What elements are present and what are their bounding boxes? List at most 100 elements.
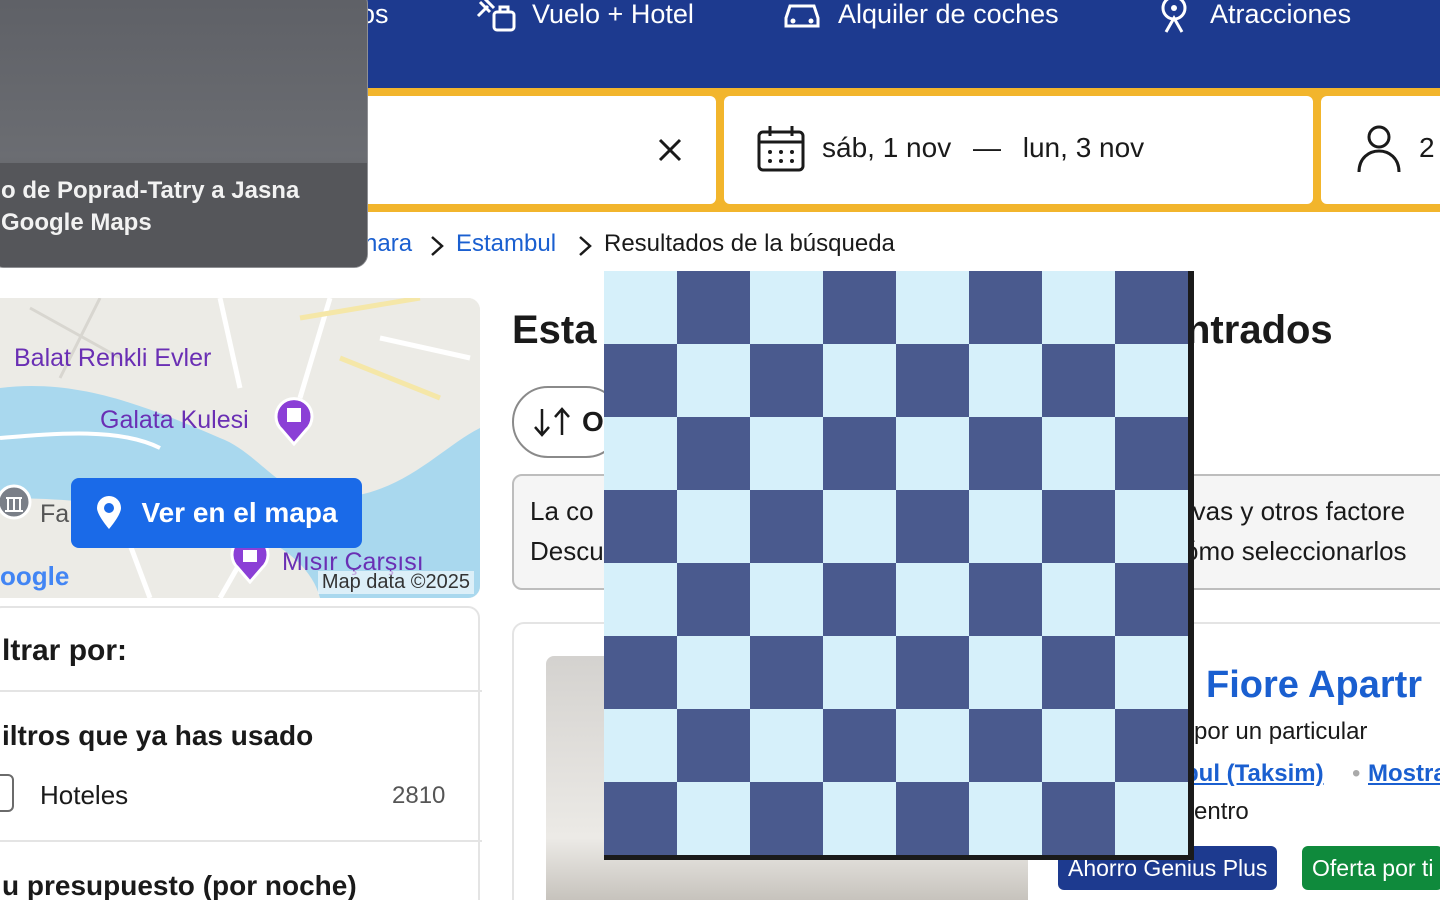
map-credit: Map data ©2025 [317,571,474,594]
checker-cell [750,490,823,563]
property-location-link[interactable]: bul (Taksim) [1184,760,1324,788]
checker-cell [969,563,1042,636]
checkerboard-overlay [604,271,1194,860]
checker-cell [1042,563,1115,636]
checker-cell [823,417,896,490]
checker-cell [969,636,1042,709]
property-distance: entro [1194,798,1249,825]
checker-cell [823,782,896,855]
checker-cell [677,417,750,490]
breadcrumb-current: Resultados de la búsqueda [604,230,895,257]
car-icon [784,4,820,28]
show-on-map-link[interactable]: Mostra [1368,760,1440,788]
checker-cell [677,636,750,709]
checker-cell [823,344,896,417]
checker-cell [896,782,969,855]
attractions-icon [1161,0,1187,33]
checker-cell [677,563,750,636]
budget-heading: u presupuesto (por noche) [2,870,357,900]
checker-cell [896,490,969,563]
date-from: sáb, 1 nov [822,132,952,163]
sort-label: O [582,406,604,437]
checker-cell [1042,636,1115,709]
checker-cell [604,490,677,563]
checker-cell [969,344,1042,417]
checker-cell [896,344,969,417]
checker-cell [604,271,677,344]
hotels-checkbox[interactable] [0,774,14,812]
checker-cell [1042,271,1115,344]
checker-cell [677,709,750,782]
property-name[interactable]: Fiore Apartr [1206,664,1422,707]
checker-cell [677,271,750,344]
map-place-label: Fa [40,500,70,528]
date-picker[interactable]: sáb, 1 nov — lun, 3 nov [724,96,1313,204]
hotels-filter-count: 2810 [392,782,446,809]
guests-field[interactable]: 2 [1321,96,1440,204]
view-on-map-button[interactable]: Ver en el mapa [71,478,362,548]
calendar-icon [757,126,805,172]
checker-cell [604,782,677,855]
checker-cell [750,709,823,782]
breadcrumb-item[interactable]: nara [364,230,412,258]
close-icon[interactable] [654,134,686,166]
property-subtitle: por un particular [1194,718,1368,745]
results-title: Esta [512,308,597,352]
checker-cell [1042,344,1115,417]
nav-attractions[interactable]: Atracciones [1152,0,1351,36]
offer-badge: Oferta por ti [1302,846,1440,890]
museum-pin-icon [0,484,32,520]
checker-cell [969,490,1042,563]
checker-cell [1115,417,1188,490]
person-icon [1357,125,1401,173]
floating-preview-popup[interactable]: o de Poprad-Tatry a Jasna Google Maps [0,0,368,268]
checker-cell [1042,490,1115,563]
nav-flight-hotel-label: Vuelo + Hotel [532,0,694,29]
checker-cell [750,344,823,417]
checker-cell [677,782,750,855]
date-to: lun, 3 nov [1022,132,1145,163]
checker-cell [1115,636,1188,709]
flight-hotel-icon [476,0,516,32]
checker-cell [750,271,823,344]
checker-cell [823,563,896,636]
notice-link[interactable]: ómo seleccionarlos [1184,536,1407,567]
checker-cell [604,417,677,490]
nav-attractions-label: Atracciones [1210,0,1352,29]
checker-cell [750,417,823,490]
nav-flight-hotel[interactable]: Vuelo + Hotel [474,0,694,36]
checker-cell [1042,417,1115,490]
guests-value: 2 [1419,132,1435,163]
hotels-filter-label[interactable]: Hoteles [40,780,128,811]
chevron-right-icon [431,236,444,256]
google-logo: oogle [0,561,70,591]
checker-cell [604,636,677,709]
filters-title: ltrar por: [2,634,128,667]
nav-car-rental-label: Alquiler de coches [838,0,1059,29]
checker-cell [823,636,896,709]
popup-title: o de Poprad-Tatry a Jasna [1,177,300,204]
sort-icon [534,407,570,437]
checker-cell [896,563,969,636]
notice-text: rvas y otros factore [1184,496,1406,526]
divider [0,690,482,692]
checker-cell [969,417,1042,490]
checker-cell [604,563,677,636]
breadcrumb-item[interactable]: Estambul [456,230,556,258]
checkerboard-grid [604,271,1190,855]
checker-cell [604,344,677,417]
checker-cell [1115,490,1188,563]
checker-cell [1115,782,1188,855]
filters-panel: ltrar por: iltros que ya has usado Hotel… [0,606,482,900]
checker-cell [896,417,969,490]
nav-car-rental[interactable]: Alquiler de coches [780,0,1059,36]
map-place-label: Galata Kulesi [100,406,249,434]
checker-cell [823,490,896,563]
map-preview[interactable]: Balat Renkli Evler Galata Kulesi Fa Mısı… [0,298,480,598]
checker-cell [1042,709,1115,782]
checker-cell [1115,709,1188,782]
checker-cell [750,636,823,709]
checker-cell [1115,271,1188,344]
checker-cell [750,782,823,855]
results-title-end: ntrados [1186,308,1333,352]
